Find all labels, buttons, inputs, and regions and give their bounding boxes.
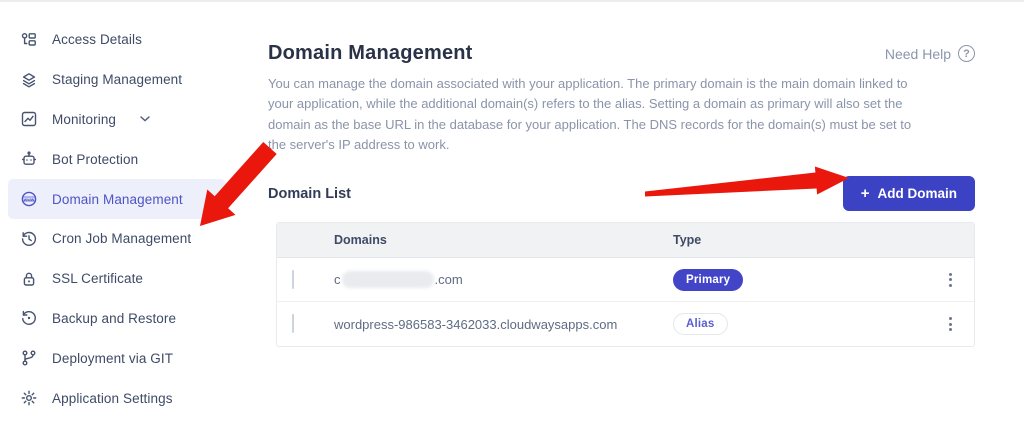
sidebar-item-label: Domain Management bbox=[52, 191, 183, 207]
sidebar-item-backup-and-restore[interactable]: Backup and Restore bbox=[8, 299, 226, 339]
row-actions-kebab-icon[interactable] bbox=[945, 313, 956, 335]
lock-icon bbox=[20, 270, 38, 288]
sidebar: Access Details Staging Management Monito… bbox=[0, 2, 252, 441]
sidebar-item-label: Cron Job Management bbox=[52, 231, 192, 247]
sidebar-item-label: Deployment via GIT bbox=[52, 350, 174, 366]
column-header-domains: Domains bbox=[334, 233, 387, 248]
clock-history-icon bbox=[20, 230, 38, 248]
svg-text:www: www bbox=[23, 197, 35, 202]
sidebar-item-monitoring[interactable]: Monitoring bbox=[8, 100, 226, 140]
sidebar-item-label: Monitoring bbox=[52, 111, 117, 127]
git-branch-icon bbox=[20, 349, 38, 367]
domain-list-title: Domain List bbox=[268, 185, 351, 202]
sidebar-item-label: Backup and Restore bbox=[52, 310, 177, 326]
domain-cell: c .com bbox=[334, 271, 673, 289]
key-list-icon bbox=[20, 31, 38, 49]
need-help-link[interactable]: Need Help ? bbox=[885, 45, 975, 62]
domain-suffix: .com bbox=[434, 272, 463, 288]
sidebar-item-label: SSL Certificate bbox=[52, 271, 144, 287]
type-badge-primary: Primary bbox=[673, 268, 744, 291]
sidebar-item-label: Access Details bbox=[52, 32, 142, 48]
robot-icon bbox=[20, 150, 38, 168]
globe-www-icon: www bbox=[20, 190, 38, 208]
row-checkbox[interactable] bbox=[292, 314, 294, 334]
sidebar-item-application-settings[interactable]: Application Settings bbox=[8, 378, 226, 418]
domain-table: Domains Type c .com Primary wordpress-986… bbox=[276, 222, 975, 348]
table-row: wordpress-986583-3462033.cloudwaysapps.c… bbox=[277, 302, 974, 346]
page-description: You can manage the domain associated wit… bbox=[268, 76, 912, 152]
sidebar-item-label: Application Settings bbox=[52, 390, 173, 406]
row-actions-kebab-icon[interactable] bbox=[945, 269, 956, 291]
restore-icon bbox=[20, 309, 38, 327]
sidebar-item-label: Bot Protection bbox=[52, 151, 139, 167]
chart-icon bbox=[20, 110, 38, 128]
sidebar-item-staging-management[interactable]: Staging Management bbox=[8, 60, 226, 100]
main-header: Domain Management Need Help ? bbox=[268, 42, 975, 65]
plus-icon: + bbox=[860, 185, 870, 203]
add-domain-button[interactable]: + Add Domain bbox=[842, 176, 975, 212]
domain-prefix: c bbox=[334, 272, 341, 288]
add-domain-label: Add Domain bbox=[877, 186, 958, 202]
sidebar-item-cron-job-management[interactable]: Cron Job Management bbox=[8, 219, 226, 259]
column-header-type: Type bbox=[673, 233, 702, 248]
type-badge-alias: Alias bbox=[673, 313, 728, 336]
help-question-icon: ? bbox=[958, 45, 975, 62]
sidebar-item-domain-management[interactable]: www Domain Management bbox=[8, 179, 226, 219]
need-help-label: Need Help bbox=[884, 45, 951, 62]
domain-list-bar: Domain List + Add Domain bbox=[268, 176, 975, 212]
layers-icon bbox=[20, 71, 38, 89]
sidebar-item-bot-protection[interactable]: Bot Protection bbox=[8, 139, 226, 179]
gear-icon bbox=[20, 389, 38, 407]
sidebar-item-access-details[interactable]: Access Details bbox=[8, 20, 226, 60]
table-row: c .com Primary bbox=[277, 258, 974, 303]
sidebar-item-label: Staging Management bbox=[52, 72, 183, 88]
row-checkbox[interactable] bbox=[292, 269, 294, 289]
page-title: Domain Management bbox=[268, 42, 473, 64]
sidebar-item-ssl-certificate[interactable]: SSL Certificate bbox=[8, 259, 226, 299]
main-content: Domain Management Need Help ? You can ma… bbox=[268, 2, 975, 348]
chevron-down-icon[interactable] bbox=[140, 116, 150, 122]
sidebar-item-deployment-via-git[interactable]: Deployment via GIT bbox=[8, 338, 226, 378]
redacted-domain-blur bbox=[341, 271, 434, 289]
table-header-row: Domains Type bbox=[277, 223, 974, 259]
domain-cell: wordpress-986583-3462033.cloudwaysapps.c… bbox=[334, 316, 618, 332]
